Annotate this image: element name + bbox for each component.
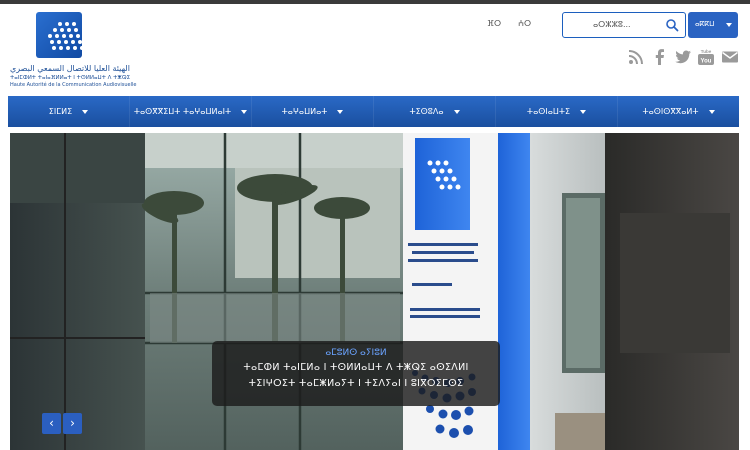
logo-dot: [72, 22, 76, 26]
search-button-label: ⴰⴽⴽⵡ: [695, 20, 715, 28]
nav-item-6[interactable]: ⵜⴰⵙⵏⵙⴳⴳⴰⵍⵜ: [618, 96, 739, 127]
chevron-down-icon: [337, 109, 344, 114]
logo-dot: [67, 28, 71, 32]
slider-prev-button[interactable]: ‹: [42, 413, 61, 434]
logo-dot: [66, 46, 70, 50]
search-icon[interactable]: [665, 18, 679, 32]
nav-item-label: ⵜⴰⵙⵏⴰⵡⵜⵉ: [526, 107, 571, 116]
logo-dot: [65, 22, 69, 26]
site-logo[interactable]: الهيئة العليا للاتصال السمعي البصري ⵜⴰⵏⵎ…: [10, 12, 137, 94]
search-placeholder: ⴰⵔⵣⵣⵓ...: [593, 20, 631, 29]
logo-dot: [62, 34, 66, 38]
logo-mark-icon: [36, 12, 82, 58]
chevron-down-icon: [453, 109, 460, 114]
twitter-icon[interactable]: [674, 48, 692, 66]
nav-item-label: ⵜⵉⵙⵓⴷⴰ: [409, 107, 444, 116]
logo-dot: [71, 40, 75, 44]
slide-caption[interactable]: ⴰⵎⵓⵍⵙ ⴰⵢⵏⵓⵍ ⵜⴰⵎⵀⵍ ⵜⴰⵏⵎⵍⴰ ⵏ ⵜⵙⵍⵍⴰⵡⵜ ⴷ ⵜⵥⵕ…: [212, 341, 500, 406]
nav-item-3[interactable]: ⵜⴰⵖⴰⵡⵍⴰⵜ: [252, 96, 374, 127]
logo-tifinagh-name: ⵜⴰⵏⵎⵀⵍⵜ ⵜⴰⵏⴰⴼⵍⵍⴰⵜ ⵏ ⵜⵙⵍⵍⴰⵡⵜ ⴷ ⵜⵥⵕⵉ: [10, 75, 131, 81]
nav-item-5[interactable]: ⵜⴰⵙⵏⴰⵡⵜⵉ: [496, 96, 618, 127]
logo-dot: [55, 34, 59, 38]
caption-title: ⴰⵎⵓⵍⵙ ⴰⵢⵏⵓⵍ: [325, 348, 387, 358]
caption-line-2: ⵜⵉⵏⵖⵔⵉⵜ ⵜⴰⵎⵥⵍⴰⵢⵜ ⵏ ⵜⵉⴷⵢⴰⵏ ⵏ ⵓⵏⴳⵔⵉⵎⵙⵉ: [248, 378, 464, 389]
chevron-down-icon: [82, 109, 89, 114]
logo-dot: [73, 46, 77, 50]
logo-french-name: Haute Autorité de la Communication Audio…: [10, 82, 137, 88]
svg-text:You: You: [701, 59, 712, 65]
mail-icon[interactable]: [721, 48, 739, 66]
logo-dot: [64, 40, 68, 44]
chevron-down-icon: [241, 109, 248, 114]
chevron-down-icon: [726, 23, 732, 27]
logo-dot: [48, 34, 52, 38]
logo-dot: [76, 34, 80, 38]
logo-dot: [50, 40, 54, 44]
svg-text:Tube: Tube: [701, 49, 712, 54]
logo-dot: [74, 28, 78, 32]
logo-dot: [53, 28, 57, 32]
caption-line-1: ⵜⴰⵎⵀⵍ ⵜⴰⵏⵎⵍⴰ ⵏ ⵜⵙⵍⵍⴰⵡⵜ ⴷ ⵜⵥⵕⵉ ⴰⵙⵉⴷⵍⵏ: [243, 362, 469, 373]
slider-next-button[interactable]: ›: [63, 413, 82, 434]
nav-item-2[interactable]: ⵜⴰⵙⴳⴳⵉⵡⵜ ⵜⴰⵖⴰⵡⵍⴰⵏⵜ: [130, 96, 252, 127]
logo-dot: [52, 46, 56, 50]
logo-dot: [60, 28, 64, 32]
logo-dot: [58, 22, 62, 26]
logo-dot: [59, 46, 63, 50]
rss-icon[interactable]: [627, 48, 645, 66]
logo-dot: [78, 40, 82, 44]
language-link-2[interactable]: ⵄⵔ: [518, 19, 531, 28]
logo-arabic-name: الهيئة العليا للاتصال السمعي البصري: [10, 64, 130, 73]
youtube-icon[interactable]: You Tube: [697, 48, 715, 66]
chevron-down-icon: [580, 109, 587, 114]
nav-item-label: ⵜⴰⵙⴳⴳⵉⵡⵜ ⵜⴰⵖⴰⵡⵍⴰⵏⵜ: [133, 107, 232, 116]
facebook-icon[interactable]: [651, 48, 669, 66]
search-input[interactable]: ⴰⵔⵣⵣⵓ...: [562, 12, 686, 38]
logo-dot: [69, 34, 73, 38]
nav-item-label: ⵉⵏⵎⵍⵉ: [48, 107, 73, 116]
main-navigation: ⵉⵏⵎⵍⵉ ⵜⴰⵙⴳⴳⵉⵡⵜ ⵜⴰⵖⴰⵡⵍⴰⵏⵜ ⵜⴰⵖⴰⵡⵍⴰⵜ ⵜⵉⵙⵓⴷⴰ…: [8, 96, 739, 127]
logo-dot: [80, 46, 82, 50]
nav-item-label: ⵜⴰⵖⴰⵡⵍⴰⵜ: [281, 107, 328, 116]
search-submit-button[interactable]: ⴰⴽⴽⵡ: [688, 12, 738, 38]
nav-item-label: ⵜⴰⵙⵏⵙⴳⴳⴰⵍⵜ: [642, 107, 699, 116]
nav-item-1[interactable]: ⵉⵏⵎⵍⵉ: [8, 96, 130, 127]
top-bar: [0, 0, 750, 4]
language-link-1[interactable]: ⴼⵔ: [487, 19, 501, 28]
nav-item-4[interactable]: ⵜⵉⵙⵓⴷⴰ: [374, 96, 496, 127]
logo-dot: [57, 40, 61, 44]
chevron-down-icon: [708, 109, 715, 114]
